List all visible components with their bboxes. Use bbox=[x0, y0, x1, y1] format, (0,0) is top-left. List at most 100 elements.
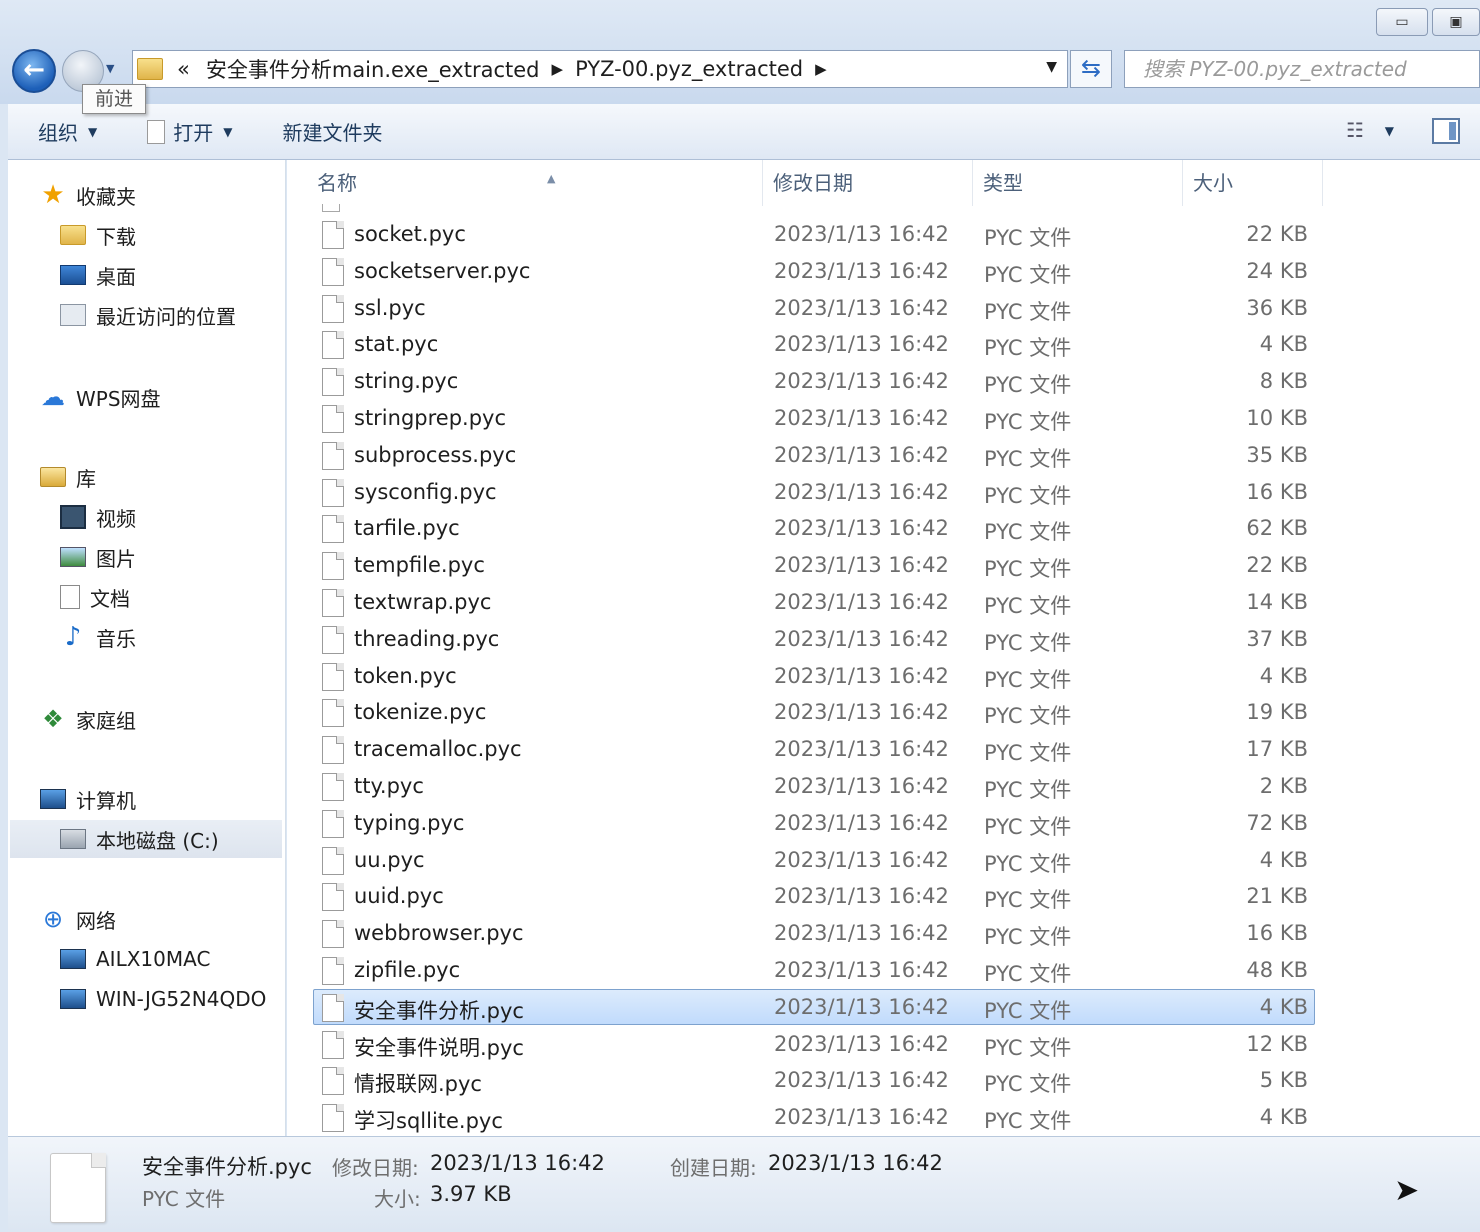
breadcrumb-separator-icon[interactable]: ▶ bbox=[815, 60, 827, 78]
column-header-size[interactable]: 大小 bbox=[1183, 160, 1323, 206]
file-modified-date: 2023/1/13 16:42 bbox=[774, 590, 949, 614]
address-dropdown-icon[interactable]: ▼ bbox=[1046, 59, 1057, 75]
file-row[interactable]: 情报联网.pyc 2023/1/13 16:42 PYC 文件 5 KB bbox=[313, 1062, 1315, 1098]
file-row[interactable]: uuid.pyc 2023/1/13 16:42 PYC 文件 21 KB bbox=[313, 878, 1315, 914]
file-row[interactable]: socketserver.pyc 2023/1/13 16:42 PYC 文件 24 … bbox=[313, 253, 1315, 289]
nav-label: 家庭组 bbox=[76, 708, 136, 733]
file-modified-date: 2023/1/13 16:42 bbox=[774, 847, 949, 872]
organize-button[interactable]: 组织 ▼ bbox=[28, 112, 107, 152]
maximize-button[interactable]: ▣ bbox=[1432, 8, 1480, 36]
file-thumbnail-icon bbox=[50, 1153, 106, 1223]
file-name: tracemalloc.pyc bbox=[354, 737, 522, 762]
file-modified-date: 2023/1/13 16:42 bbox=[774, 332, 949, 357]
file-icon bbox=[322, 1030, 344, 1059]
file-row[interactable]: tty.pyc 2023/1/13 16:42 PYC 文件 2 KB bbox=[313, 768, 1315, 804]
navigation-pane: ★ 收藏夹 下载 桌面 最近访问的位置 ☁ WPS网盘 库 视频 图片 文档 ♪… bbox=[8, 160, 286, 1136]
nav-item-network[interactable]: ⊕ 网络 bbox=[40, 900, 116, 938]
file-row[interactable]: textwrap.pyc 2023/1/13 16:42 PYC 文件 14 KB bbox=[313, 584, 1315, 620]
nav-label: 本地磁盘 (C:) bbox=[96, 828, 219, 853]
nav-item-favorites[interactable]: ★ 收藏夹 bbox=[40, 176, 136, 214]
column-header-date[interactable]: 修改日期 bbox=[763, 160, 973, 206]
minimize-button[interactable]: ▭ bbox=[1376, 8, 1428, 36]
file-name: uu.pyc bbox=[354, 847, 425, 872]
details-created-value: 2023/1/13 16:42 bbox=[768, 1151, 943, 1175]
breadcrumb-overflow-icon[interactable]: « bbox=[177, 57, 190, 81]
nav-label: 下载 bbox=[96, 224, 136, 249]
file-row[interactable]: tokenize.pyc 2023/1/13 16:42 PYC 文件 19 KB bbox=[313, 694, 1315, 730]
nav-item-downloads[interactable]: 下载 bbox=[60, 216, 136, 254]
nav-item-wps[interactable]: ☁ WPS网盘 bbox=[40, 378, 161, 416]
file-type: PYC 文件 bbox=[984, 557, 1072, 582]
breadcrumb-item[interactable]: 安全事件分析main.exe_extracted bbox=[206, 54, 540, 84]
file-name: string.pyc bbox=[354, 369, 459, 394]
file-size: 4 KB bbox=[1259, 847, 1308, 872]
file-row[interactable]: stringprep.pyc 2023/1/13 16:42 PYC 文件 10 KB bbox=[313, 400, 1315, 436]
file-size: 62 KB bbox=[1246, 516, 1308, 541]
file-name: sysconfig.pyc bbox=[354, 479, 497, 504]
refresh-button[interactable]: ⇆ bbox=[1070, 50, 1112, 88]
new-folder-button[interactable]: 新建文件夹 bbox=[272, 112, 392, 152]
preview-pane-icon[interactable] bbox=[1432, 118, 1460, 144]
organize-label: 组织 bbox=[38, 121, 78, 145]
file-name: 学习sqllite.pyc bbox=[354, 1109, 503, 1134]
file-row[interactable]: typing.pyc 2023/1/13 16:42 PYC 文件 72 KB bbox=[313, 805, 1315, 841]
file-row[interactable]: tracemalloc.pyc 2023/1/13 16:42 PYC 文件 17 K… bbox=[313, 731, 1315, 767]
file-type: PYC 文件 bbox=[984, 262, 1072, 287]
file-icon bbox=[322, 441, 344, 470]
file-row[interactable]: threading.pyc 2023/1/13 16:42 PYC 文件 37 KB bbox=[313, 621, 1315, 657]
file-row[interactable]: tempfile.pyc 2023/1/13 16:42 PYC 文件 22 KB bbox=[313, 547, 1315, 583]
back-button[interactable]: ← bbox=[12, 49, 56, 93]
search-input[interactable]: 搜索 PYZ-00.pyz_extracted bbox=[1124, 50, 1480, 88]
nav-item-documents[interactable]: 文档 bbox=[60, 578, 130, 616]
nav-item-videos[interactable]: 视频 bbox=[60, 498, 136, 536]
file-modified-date: 2023/1/13 16:42 bbox=[774, 810, 949, 835]
nav-label: WIN-JG52N4QDO bbox=[96, 987, 267, 1011]
file-type: PYC 文件 bbox=[984, 778, 1072, 802]
file-type: PYC 文件 bbox=[984, 962, 1072, 986]
file-modified-date: 2023/1/13 16:42 bbox=[774, 994, 949, 1019]
file-row[interactable]: subprocess.pyc 2023/1/13 16:42 PYC 文件 35 KB bbox=[313, 437, 1315, 473]
file-row[interactable]: ssl.pyc 2023/1/13 16:42 PYC 文件 36 KB bbox=[313, 290, 1315, 326]
recent-pages-dropdown-icon[interactable]: ▼ bbox=[106, 62, 114, 75]
forward-tooltip: 前进 bbox=[82, 84, 146, 114]
nav-item-local-disk[interactable]: 本地磁盘 (C:) bbox=[10, 820, 282, 858]
nav-item-pictures[interactable]: 图片 bbox=[60, 538, 136, 576]
nav-item-desktop[interactable]: 桌面 bbox=[60, 256, 136, 294]
address-bar[interactable]: « 安全事件分析main.exe_extracted ▶ PYZ-00.pyz_… bbox=[132, 50, 1068, 88]
file-row[interactable]: uu.pyc 2023/1/13 16:42 PYC 文件 4 KB bbox=[313, 842, 1315, 878]
nav-item-network-computer[interactable]: AILX10MAC bbox=[60, 940, 210, 978]
nav-item-recent[interactable]: 最近访问的位置 bbox=[60, 296, 236, 334]
file-row[interactable]: socket.pyc 2023/1/13 16:42 PYC 文件 22 KB bbox=[313, 216, 1315, 252]
breadcrumb-item[interactable]: PYZ-00.pyz_extracted bbox=[575, 57, 803, 81]
column-header-type[interactable]: 类型 bbox=[973, 160, 1183, 206]
column-header-name[interactable]: 名称 ▲ bbox=[307, 160, 763, 206]
file-name: ssl.pyc bbox=[354, 295, 426, 320]
file-size: 2 KB bbox=[1259, 774, 1308, 798]
file-name: zipfile.pyc bbox=[354, 958, 461, 982]
file-row[interactable]: 学习sqllite.pyc 2023/1/13 16:42 PYC 文件 4 KB bbox=[313, 1099, 1315, 1135]
details-size-value: 3.97 KB bbox=[430, 1182, 512, 1206]
file-row[interactable]: string.pyc 2023/1/13 16:42 PYC 文件 8 KB bbox=[313, 363, 1315, 399]
file-row[interactable]: zipfile.pyc 2023/1/13 16:42 PYC 文件 48 KB bbox=[313, 952, 1315, 988]
nav-item-computer[interactable]: 计算机 bbox=[40, 780, 136, 818]
nav-item-music[interactable]: ♪ 音乐 bbox=[60, 618, 136, 656]
view-options-icon[interactable]: ☷ bbox=[1346, 118, 1364, 142]
file-size: 14 KB bbox=[1246, 590, 1308, 614]
file-icon bbox=[322, 294, 344, 323]
open-button[interactable]: 打开 ▼ bbox=[137, 112, 242, 152]
file-icon bbox=[322, 883, 344, 912]
file-row[interactable]: tarfile.pyc 2023/1/13 16:42 PYC 文件 62 KB bbox=[313, 510, 1315, 546]
file-row[interactable]: 安全事件分析.pyc 2023/1/13 16:42 PYC 文件 4 KB bbox=[313, 988, 1315, 1025]
nav-item-network-computer[interactable]: WIN-JG52N4QDO bbox=[60, 980, 266, 1018]
file-row[interactable]: webbrowser.pyc 2023/1/13 16:42 PYC 文件 16 KB bbox=[313, 915, 1315, 951]
file-row[interactable]: token.pyc 2023/1/13 16:42 PYC 文件 4 KB bbox=[313, 658, 1315, 694]
file-row[interactable]: sysconfig.pyc 2023/1/13 16:42 PYC 文件 16 KB bbox=[313, 474, 1315, 510]
file-row[interactable]: 安全事件说明.pyc 2023/1/13 16:42 PYC 文件 12 KB bbox=[313, 1026, 1315, 1062]
nav-item-libraries[interactable]: 库 bbox=[40, 458, 96, 496]
file-icon bbox=[322, 1067, 344, 1096]
file-type: PYC 文件 bbox=[984, 410, 1072, 434]
breadcrumb-separator-icon[interactable]: ▶ bbox=[552, 60, 564, 78]
file-row[interactable]: stat.pyc 2023/1/13 16:42 PYC 文件 4 KB bbox=[313, 326, 1315, 362]
chevron-down-icon[interactable]: ▼ bbox=[1385, 124, 1394, 138]
nav-item-homegroup[interactable]: ❖ 家庭组 bbox=[40, 700, 136, 738]
